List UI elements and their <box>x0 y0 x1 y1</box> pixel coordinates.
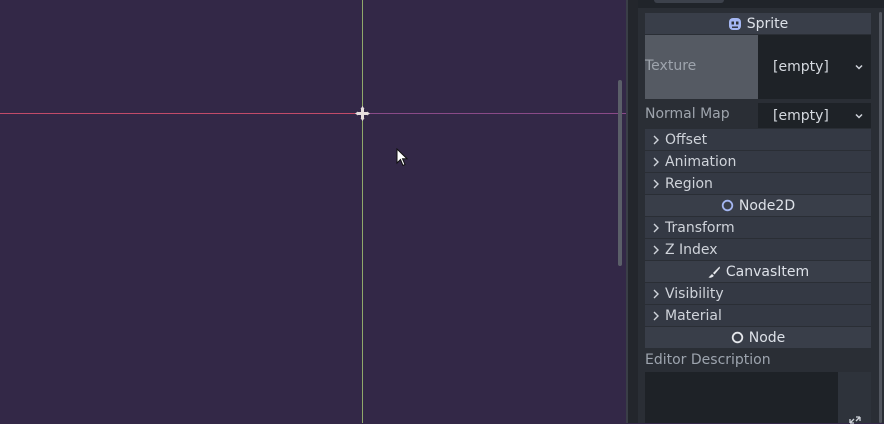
section-node2d-label: Node2D <box>738 197 796 214</box>
normal-map-value-button[interactable]: [empty] <box>758 103 871 128</box>
chevron-right-icon <box>649 311 663 321</box>
group-visibility[interactable]: Visibility <box>645 283 871 304</box>
section-canvas-item[interactable]: CanvasItem <box>645 261 871 282</box>
node-icon <box>731 331 743 344</box>
chevron-down-icon[interactable] <box>855 112 863 120</box>
chevron-right-icon <box>649 157 663 167</box>
editor-description-input[interactable] <box>645 372 838 423</box>
pivot-icon[interactable] <box>354 105 371 122</box>
group-animation-label: Animation <box>665 153 737 170</box>
group-transform[interactable]: Transform <box>645 217 871 238</box>
x-axis-line-positive <box>362 113 626 114</box>
editor-description-label: Editor Description <box>645 352 771 368</box>
inspector-panel: Sprite Texture [empty] Normal Map [empty… <box>638 0 884 424</box>
inspector-top-strip <box>638 0 884 8</box>
editor-description-expand-button[interactable] <box>838 372 871 424</box>
group-offset-label: Offset <box>665 131 708 148</box>
node2d-icon <box>721 199 734 212</box>
normal-map-value: [empty] <box>773 107 829 124</box>
group-animation[interactable]: Animation <box>645 151 871 172</box>
y-axis-line <box>362 0 363 423</box>
section-node-label: Node <box>748 329 786 346</box>
section-canvas-item-label: CanvasItem <box>725 263 810 280</box>
group-material[interactable]: Material <box>645 305 871 326</box>
group-visibility-label: Visibility <box>665 285 724 302</box>
x-axis-line <box>0 113 362 114</box>
normal-map-label: Normal Map <box>645 106 730 122</box>
inspector-scrollbar[interactable] <box>879 12 882 423</box>
chevron-right-icon <box>649 245 663 255</box>
chevron-right-icon <box>649 179 663 189</box>
section-node2d[interactable]: Node2D <box>645 195 871 216</box>
mouse-cursor-icon <box>396 148 409 167</box>
chevron-right-icon <box>649 135 663 145</box>
section-sprite-label: Sprite <box>746 15 789 32</box>
group-transform-label: Transform <box>665 219 735 236</box>
texture-value-button[interactable]: [empty] <box>758 35 871 99</box>
sprite-icon <box>728 17 741 30</box>
section-sprite[interactable]: Sprite <box>645 13 871 34</box>
canvas-viewport[interactable] <box>0 0 626 423</box>
chevron-right-icon <box>649 289 663 299</box>
panel-splitter[interactable] <box>626 0 638 423</box>
group-material-label: Material <box>665 307 722 324</box>
group-z-index[interactable]: Z Index <box>645 239 871 260</box>
section-node[interactable]: Node <box>645 327 871 348</box>
brush-icon <box>708 266 720 278</box>
group-offset[interactable]: Offset <box>645 129 871 150</box>
group-region[interactable]: Region <box>645 173 871 194</box>
chevron-right-icon <box>649 223 663 233</box>
viewport-scrollbar-grabber[interactable] <box>618 80 622 266</box>
group-z-index-label: Z Index <box>665 241 718 258</box>
texture-label: Texture <box>645 58 697 74</box>
texture-value: [empty] <box>773 59 829 75</box>
group-region-label: Region <box>665 175 713 192</box>
chevron-down-icon[interactable] <box>855 63 863 71</box>
